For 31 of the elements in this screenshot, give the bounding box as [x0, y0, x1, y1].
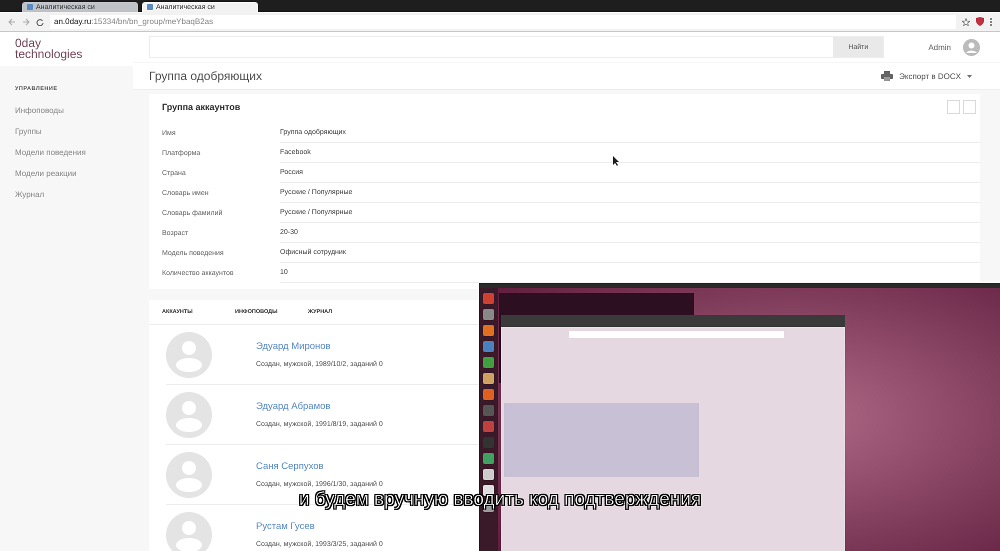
card-title: Группа аккаунтов — [162, 102, 240, 112]
sidebar-item[interactable]: Журнал — [0, 184, 133, 205]
logo[interactable]: 0day technologies — [0, 32, 133, 66]
star-icon[interactable] — [962, 18, 970, 26]
export-button[interactable]: Экспорт в DOCX — [875, 70, 978, 82]
account-name-link[interactable]: Саня Серпухов — [256, 461, 324, 472]
mouse-cursor-icon — [613, 156, 620, 166]
shield-icon[interactable] — [976, 17, 984, 26]
back-arrow-icon[interactable] — [8, 18, 16, 26]
sidebar-item[interactable]: Модели поведения — [0, 142, 133, 163]
account-name-link[interactable]: Рустам Гусев — [256, 521, 315, 532]
printer-icon — [881, 71, 894, 81]
avatar-icon — [166, 392, 212, 438]
sidebar-item[interactable]: Инфоповоды — [0, 100, 133, 121]
user-avatar-icon[interactable] — [963, 38, 980, 56]
favicon-icon — [27, 4, 33, 10]
sidebar-item[interactable]: Группы — [0, 121, 133, 142]
address-field[interactable]: an.0day.ru:15334/bn/bn_group/meYbaqB2as — [50, 14, 956, 28]
card-action-button[interactable] — [963, 100, 976, 114]
avatar-icon — [166, 452, 212, 498]
user-name[interactable]: Admin — [928, 42, 951, 52]
account-name-link[interactable]: Эдуард Абрамов — [256, 401, 330, 412]
reload-icon[interactable] — [36, 18, 44, 26]
account-name-link[interactable]: Эдуард Миронов — [256, 341, 331, 352]
card-action-button[interactable] — [947, 100, 960, 114]
avatar-icon — [166, 332, 212, 378]
favicon-icon — [147, 4, 153, 10]
forward-arrow-icon[interactable] — [22, 18, 30, 26]
caret-icon — [967, 74, 972, 78]
page-title: Группа одобряющих — [149, 69, 262, 83]
sidebar-item[interactable]: Модели реакции — [0, 163, 133, 184]
